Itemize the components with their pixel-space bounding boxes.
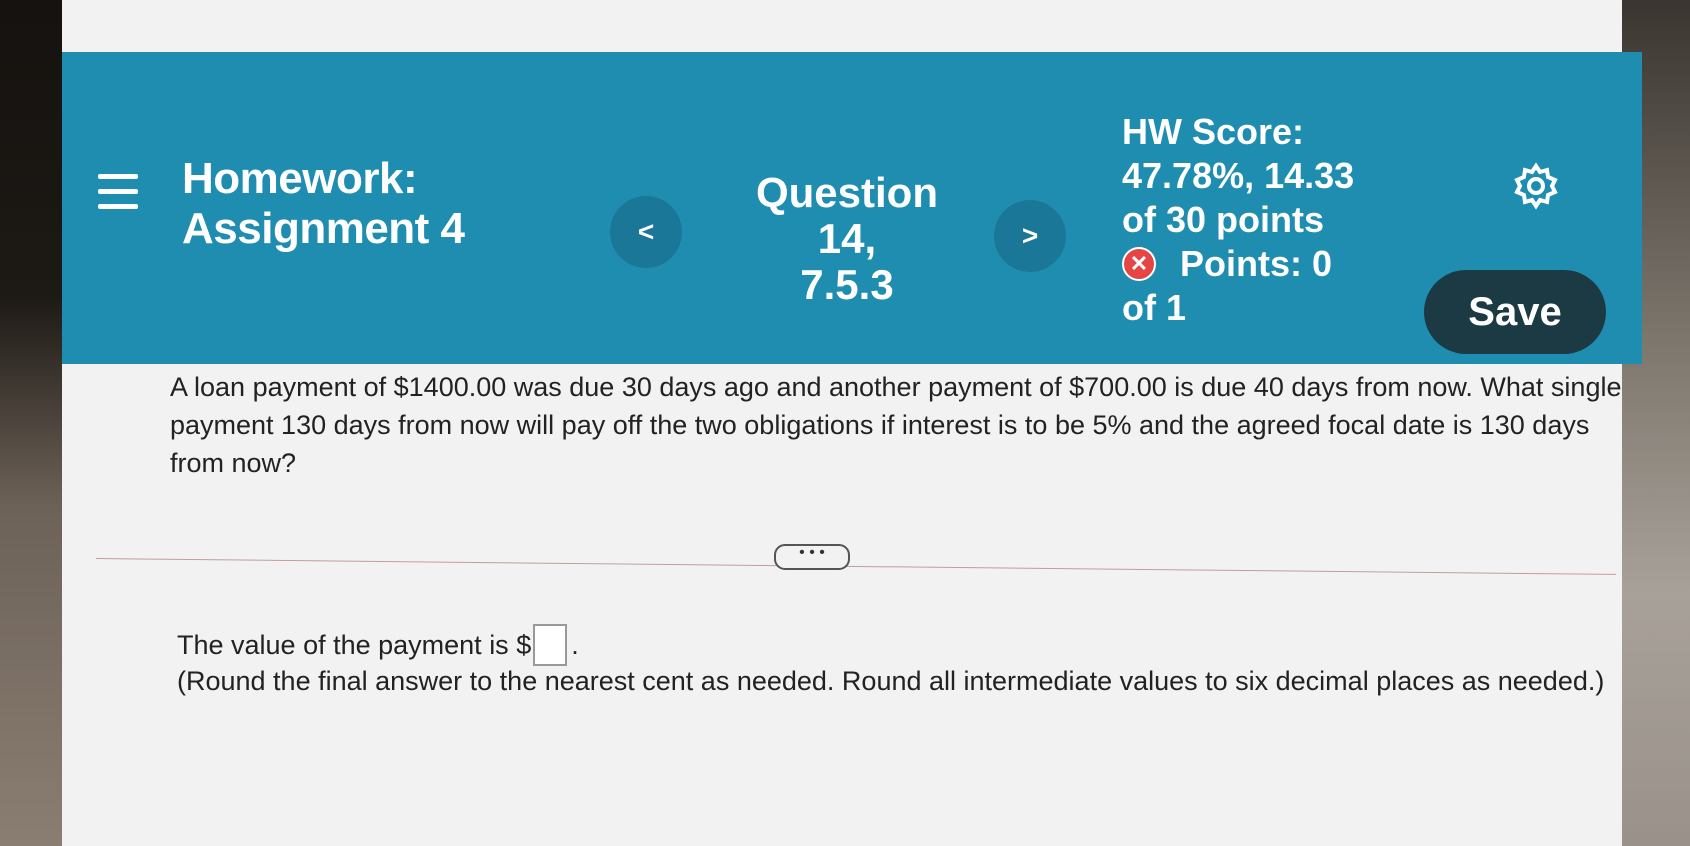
chevron-right-icon: > (1021, 220, 1039, 251)
question-section: 7.5.3 (800, 261, 894, 308)
hamburger-icon[interactable] (98, 174, 138, 224)
question-text: A loan payment of $1400.00 was due 30 da… (170, 372, 1622, 478)
gear-icon[interactable] (1512, 162, 1560, 210)
points-label: Points: 0 (1180, 243, 1333, 284)
answer-input[interactable] (533, 624, 568, 666)
homework-title-line2: Assignment 4 (182, 204, 465, 253)
previous-question-button[interactable]: < (610, 196, 682, 268)
rounding-note: (Round the final answer to the nearest c… (177, 666, 1605, 696)
homework-title: Homework: Assignment 4 (182, 154, 465, 254)
points-row: ✕ Points: 0 (1122, 242, 1354, 286)
chevron-left-icon: < (637, 216, 655, 247)
hw-score-value: 47.78%, 14.33 (1122, 155, 1355, 196)
answer-line: The value of the payment is $ . (177, 624, 579, 666)
homework-page: Homework: Assignment 4 < Question 14, 7.… (62, 0, 1642, 846)
homework-title-line1: Homework: (182, 154, 418, 203)
question-number: Question 14, (755, 169, 938, 262)
section-divider (95, 558, 1616, 575)
points-of: of 1 (1122, 287, 1187, 328)
hw-score-label: HW Score: (1122, 111, 1305, 152)
more-options-button[interactable]: • • • (774, 544, 850, 570)
answer-suffix: . (571, 629, 579, 660)
answer-prefix: The value of the payment is $ (177, 629, 532, 660)
hw-score-points: of 30 points (1122, 199, 1325, 240)
homework-header: Homework: Assignment 4 < Question 14, 7.… (62, 52, 1642, 364)
next-question-button[interactable]: > (994, 200, 1066, 272)
score-block: HW Score: 47.78%, 14.33 of 30 points ✕ P… (1122, 110, 1354, 330)
x-circle-icon: ✕ (1122, 247, 1156, 281)
save-button[interactable]: Save (1424, 270, 1606, 354)
question-title: Question 14, 7.5.3 (722, 170, 972, 308)
